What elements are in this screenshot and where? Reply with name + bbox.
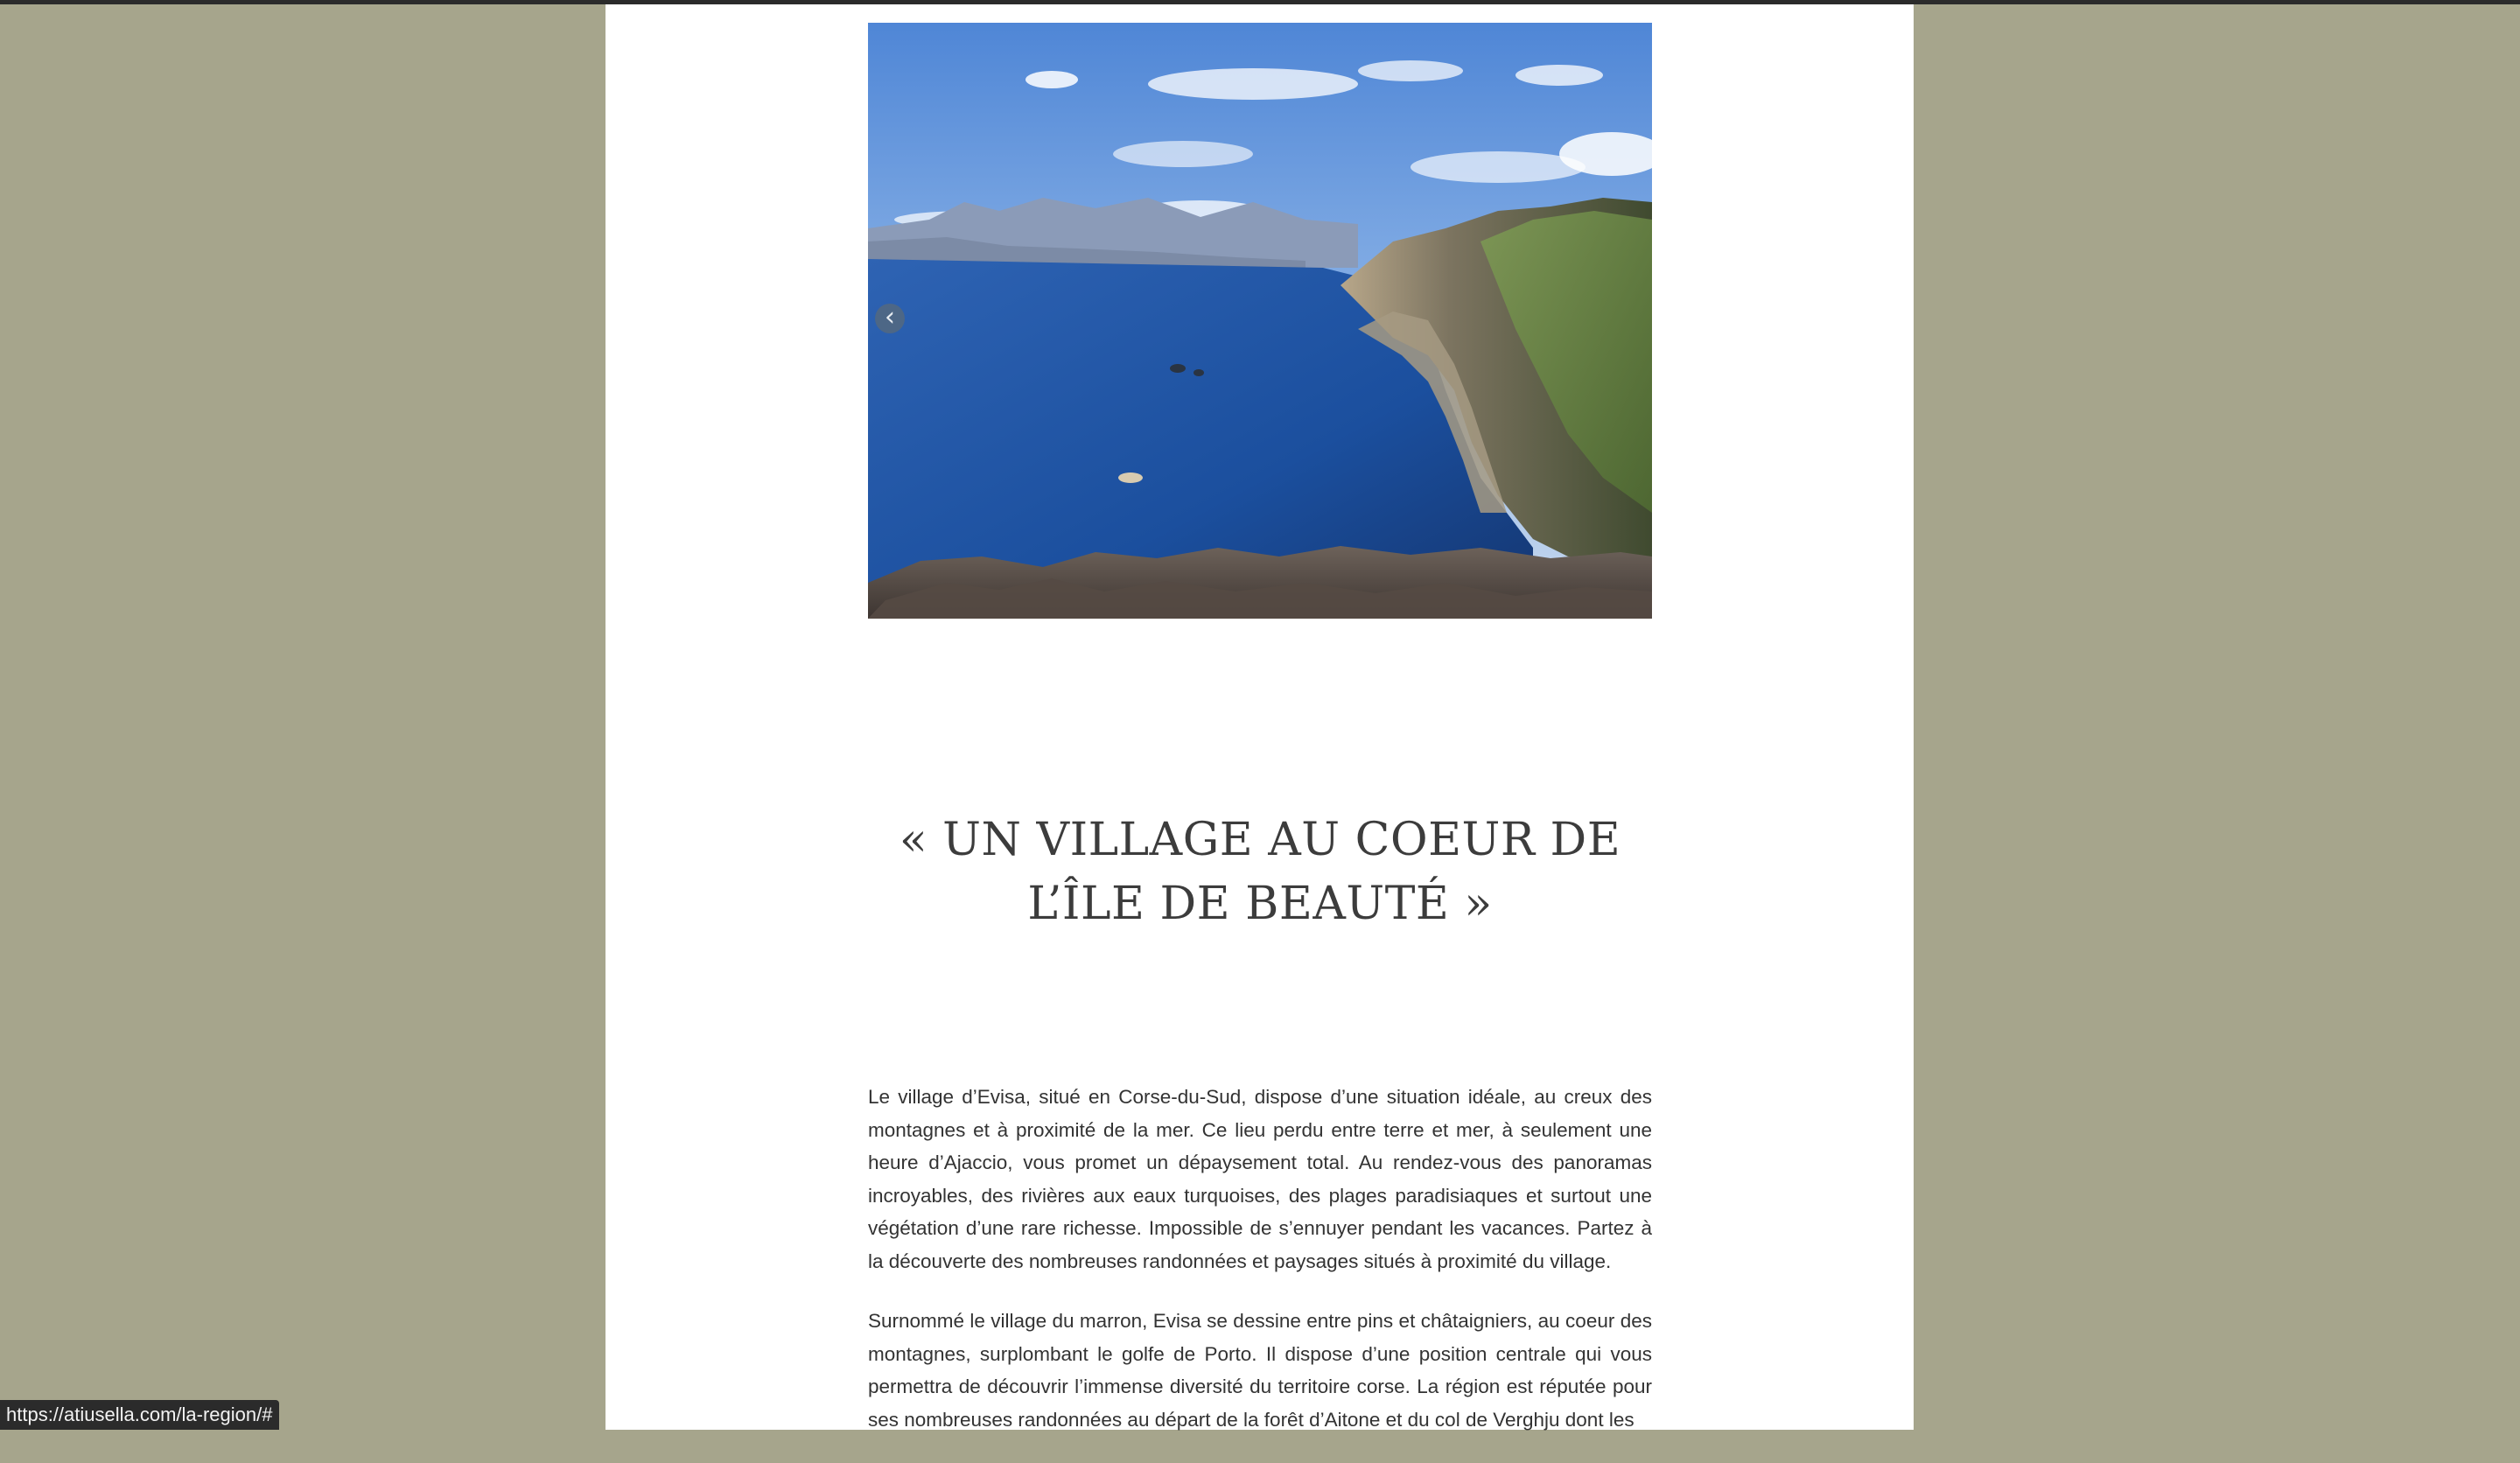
slide-image [868,23,1652,619]
image-slider[interactable]: ‹ [868,23,1652,619]
headline-line-2: L’ÎLE DE BEAUTÉ » [1027,878,1493,930]
chevron-left-icon: ‹ [885,301,895,332]
article-paragraph-2: Surnommé le village du marron, Evisa se … [868,1310,1652,1431]
page-content: ‹ « UN VILLAGE AU COEUR DE L’ÎLE DE BEAU… [606,4,1914,1431]
page-headline: « UN VILLAGE AU COEUR DE L’ÎLE DE BEAUTÉ… [868,808,1652,936]
status-bar-url: https://atiusella.com/la-region/# [0,1400,279,1430]
article-body: Le village d’Evisa, situé en Corse-du-Su… [868,1081,1652,1463]
headline-line-1: « UN VILLAGE AU COEUR DE [899,814,1621,866]
slider-prev-arrow-icon[interactable]: ‹ [875,304,905,333]
article-paragraph-1: Le village d’Evisa, situé en Corse-du-Su… [868,1086,1652,1272]
